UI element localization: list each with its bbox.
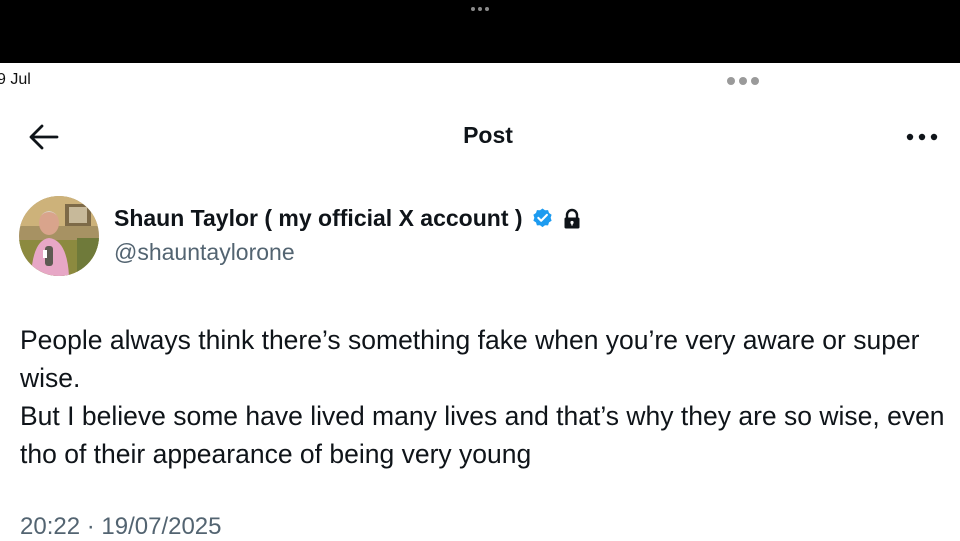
post-text-line: People always think there’s something fa…	[20, 325, 920, 393]
device-top-bar	[0, 0, 960, 63]
post-text-line: But I believe some have lived many lives…	[20, 401, 945, 469]
more-horizontal-icon	[906, 133, 938, 141]
verified-badge-icon[interactable]	[531, 207, 554, 230]
date-label: 9 Jul	[0, 71, 31, 88]
page-title: Post	[463, 122, 513, 148]
author-display-name[interactable]: Shaun Taylor ( my official X account )	[114, 205, 523, 232]
window-handle-icon[interactable]	[727, 77, 759, 85]
more-options-button[interactable]	[902, 123, 942, 151]
multitasking-handle-icon[interactable]	[471, 7, 489, 11]
post-timestamp[interactable]: 20:22 · 19/07/2025	[20, 513, 222, 541]
lock-icon	[564, 208, 580, 228]
author-row: Shaun Taylor ( my official X account )	[114, 205, 582, 232]
avatar[interactable]	[19, 196, 99, 276]
avatar-photo	[19, 196, 99, 276]
author-handle[interactable]: @shauntaylorone	[114, 239, 295, 266]
post-text: People always think there’s something fa…	[20, 321, 945, 473]
